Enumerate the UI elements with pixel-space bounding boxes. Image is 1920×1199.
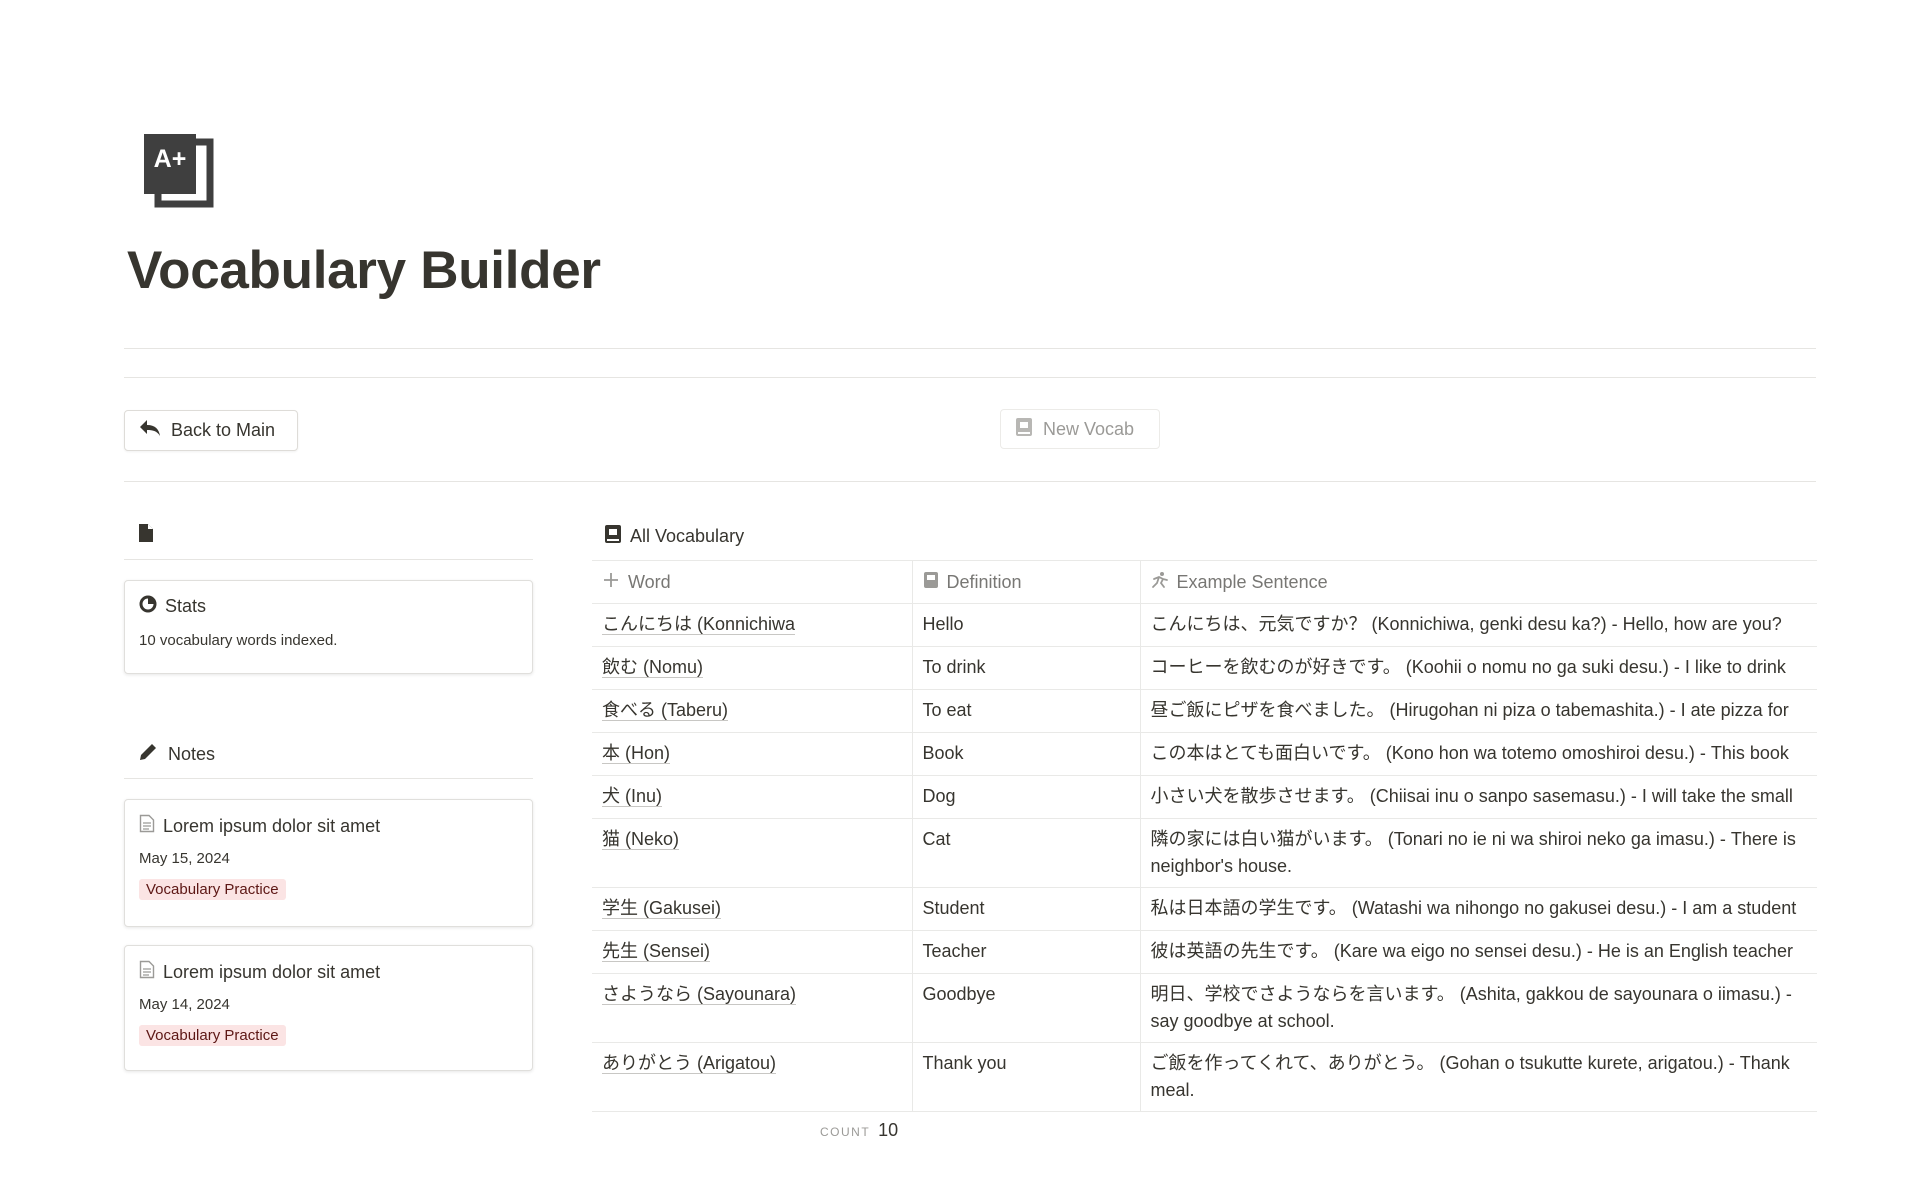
back-to-main-button[interactable]: Back to Main <box>124 410 298 451</box>
example-cell[interactable]: 小さい犬を散歩させます。 (Chiisai inu o sanpo sasema… <box>1139 775 1817 819</box>
back-to-main-label: Back to Main <box>171 420 276 440</box>
note-card[interactable]: Lorem ipsum dolor sit amet May 14, 2024 … <box>124 945 533 1071</box>
note-date: May 15, 2024 <box>139 850 230 867</box>
note-card[interactable]: Lorem ipsum dolor sit amet May 15, 2024 … <box>124 799 533 927</box>
definition-cell[interactable]: Teacher <box>911 930 1140 974</box>
word-cell[interactable]: ありがとう (Arigatou) <box>592 1042 912 1112</box>
example-cell[interactable]: コーヒーを飲むのが好きです。 (Koohii o nomu no ga suki… <box>1139 646 1817 690</box>
example-cell[interactable]: この本はとても面白いです。 (Kono hon wa totemo omoshi… <box>1139 732 1817 776</box>
definition-cell[interactable]: Dog <box>911 775 1140 819</box>
example-cell[interactable]: こんにちは、元気ですか？ (Konnichiwa, genki desu ka?… <box>1139 603 1817 647</box>
table-row[interactable]: 学生 (Gakusei) Student 私は日本語の学生です。 (Watash… <box>592 887 1817 931</box>
word-cell[interactable]: 先生 (Sensei) <box>592 930 912 974</box>
table-row[interactable]: さようなら (Sayounara) Goodbye 明日、学校でさようならを言い… <box>592 973 1817 1043</box>
definition-cell[interactable]: Student <box>911 887 1140 931</box>
notebook-icon <box>923 571 939 594</box>
table-header-row: Word Definition Example Sentence <box>592 560 1817 604</box>
table-row[interactable]: 猫 (Neko) Cat 隣の家には白い猫がいます。 (Tonari no ie… <box>592 818 1817 888</box>
new-vocab-label: New Vocab <box>1043 418 1135 439</box>
example-cell[interactable]: 私は日本語の学生です。 (Watashi wa nihongo no gakus… <box>1139 887 1817 931</box>
left-column: Stats 10 vocabulary words indexed. Notes… <box>124 512 533 1071</box>
definition-cell[interactable]: Goodbye <box>911 973 1140 1043</box>
note-tag: Vocabulary Practice <box>139 1025 286 1046</box>
example-cell[interactable]: ご飯を作ってくれて、ありがとう。 (Gohan o tsukutte kuret… <box>1139 1042 1817 1112</box>
definition-cell[interactable]: Hello <box>911 603 1140 647</box>
example-cell[interactable]: 昼ご飯にピザを食べました。 (Hirugohan ni piza o tabem… <box>1139 689 1817 733</box>
note-tag: Vocabulary Practice <box>139 879 286 900</box>
definition-cell[interactable]: Book <box>911 732 1140 776</box>
count-label: COUNT <box>820 1125 871 1139</box>
word-cell[interactable]: 学生 (Gakusei) <box>592 887 912 931</box>
word-cell[interactable]: 飲む (Nomu) <box>592 646 912 690</box>
word-cell[interactable]: 猫 (Neko) <box>592 818 912 888</box>
word-cell[interactable]: 本 (Hon) <box>592 732 912 776</box>
table-row[interactable]: 本 (Hon) Book この本はとても面白いです。 (Kono hon wa … <box>592 732 1817 776</box>
word-cell[interactable]: 犬 (Inu) <box>592 775 912 819</box>
notebook-icon <box>1015 417 1033 442</box>
new-vocab-button[interactable]: New Vocab <box>1000 409 1160 449</box>
divider <box>124 377 1816 378</box>
page-title: Vocabulary Builder <box>127 241 601 300</box>
grade-a-plus-icon[interactable]: A+ <box>140 134 220 214</box>
running-person-icon <box>1151 571 1169 594</box>
definition-cell[interactable]: To eat <box>911 689 1140 733</box>
table-row[interactable]: ありがとう (Arigatou) Thank you ご飯を作ってくれて、ありが… <box>592 1042 1817 1112</box>
table-row[interactable]: 先生 (Sensei) Teacher 彼は英語の先生です。 (Kare wa … <box>592 930 1817 974</box>
column-header-example-sentence[interactable]: Example Sentence <box>1139 560 1817 604</box>
divider <box>124 348 1816 349</box>
word-cell[interactable]: こんにちは (Konnichiwa <box>592 603 912 647</box>
view-header[interactable]: All Vocabulary <box>592 512 1817 560</box>
note-date: May 14, 2024 <box>139 996 230 1013</box>
column-header-definition[interactable]: Definition <box>911 560 1140 604</box>
stats-summary: 10 vocabulary words indexed. <box>139 632 338 649</box>
example-cell[interactable]: 彼は英語の先生です。 (Kare wa eigo no sensei desu.… <box>1139 930 1817 974</box>
view-title: All Vocabulary <box>630 525 745 546</box>
page-icon <box>139 814 155 838</box>
row-count[interactable]: COUNT 10 <box>820 1120 898 1141</box>
example-cell[interactable]: 明日、学校でさようならを言います。 (Ashita, gakkou de say… <box>1139 973 1817 1043</box>
page-icon <box>139 960 155 984</box>
reply-arrow-icon <box>139 419 161 442</box>
note-title: Lorem ipsum dolor sit amet <box>163 961 381 982</box>
count-value: 10 <box>878 1120 899 1140</box>
definition-cell[interactable]: To drink <box>911 646 1140 690</box>
table-row[interactable]: 犬 (Inu) Dog 小さい犬を散歩させます。 (Chiisai inu o … <box>592 775 1817 819</box>
column-header-word[interactable]: Word <box>592 560 912 604</box>
stats-card[interactable]: Stats 10 vocabulary words indexed. <box>124 580 533 674</box>
table-row[interactable]: 飲む (Nomu) To drink コーヒーを飲むのが好きです。 (Koohi… <box>592 646 1817 690</box>
pencil-icon <box>138 742 158 767</box>
stats-title: Stats <box>165 596 207 616</box>
plus-icon <box>602 571 620 594</box>
document-icon <box>138 523 154 548</box>
word-cell[interactable]: 食べる (Taberu) <box>592 689 912 733</box>
word-cell[interactable]: さようなら (Sayounara) <box>592 973 912 1043</box>
vocabulary-table: Word Definition Example Sentence こんにちは (… <box>592 560 1817 1112</box>
table-row[interactable]: 食べる (Taberu) To eat 昼ご飯にピザを食べました。 (Hirug… <box>592 689 1817 733</box>
table-row[interactable]: こんにちは (Konnichiwa Hello こんにちは、元気ですか？ (Ko… <box>592 603 1817 647</box>
note-title: Lorem ipsum dolor sit amet <box>163 815 381 836</box>
document-section-header <box>124 512 533 560</box>
definition-cell[interactable]: Thank you <box>911 1042 1140 1112</box>
notes-title: Notes <box>168 744 216 764</box>
divider <box>124 481 1816 482</box>
pie-chart-icon <box>139 595 157 618</box>
svg-text:A+: A+ <box>154 145 187 173</box>
definition-cell[interactable]: Cat <box>911 818 1140 888</box>
notebook-icon <box>604 524 622 549</box>
notes-section-header: Notes <box>124 731 533 779</box>
vocabulary-table-view: All Vocabulary Word Definition Example S… <box>592 512 1817 1112</box>
example-cell[interactable]: 隣の家には白い猫がいます。 (Tonari no ie ni wa shiroi… <box>1139 818 1817 888</box>
